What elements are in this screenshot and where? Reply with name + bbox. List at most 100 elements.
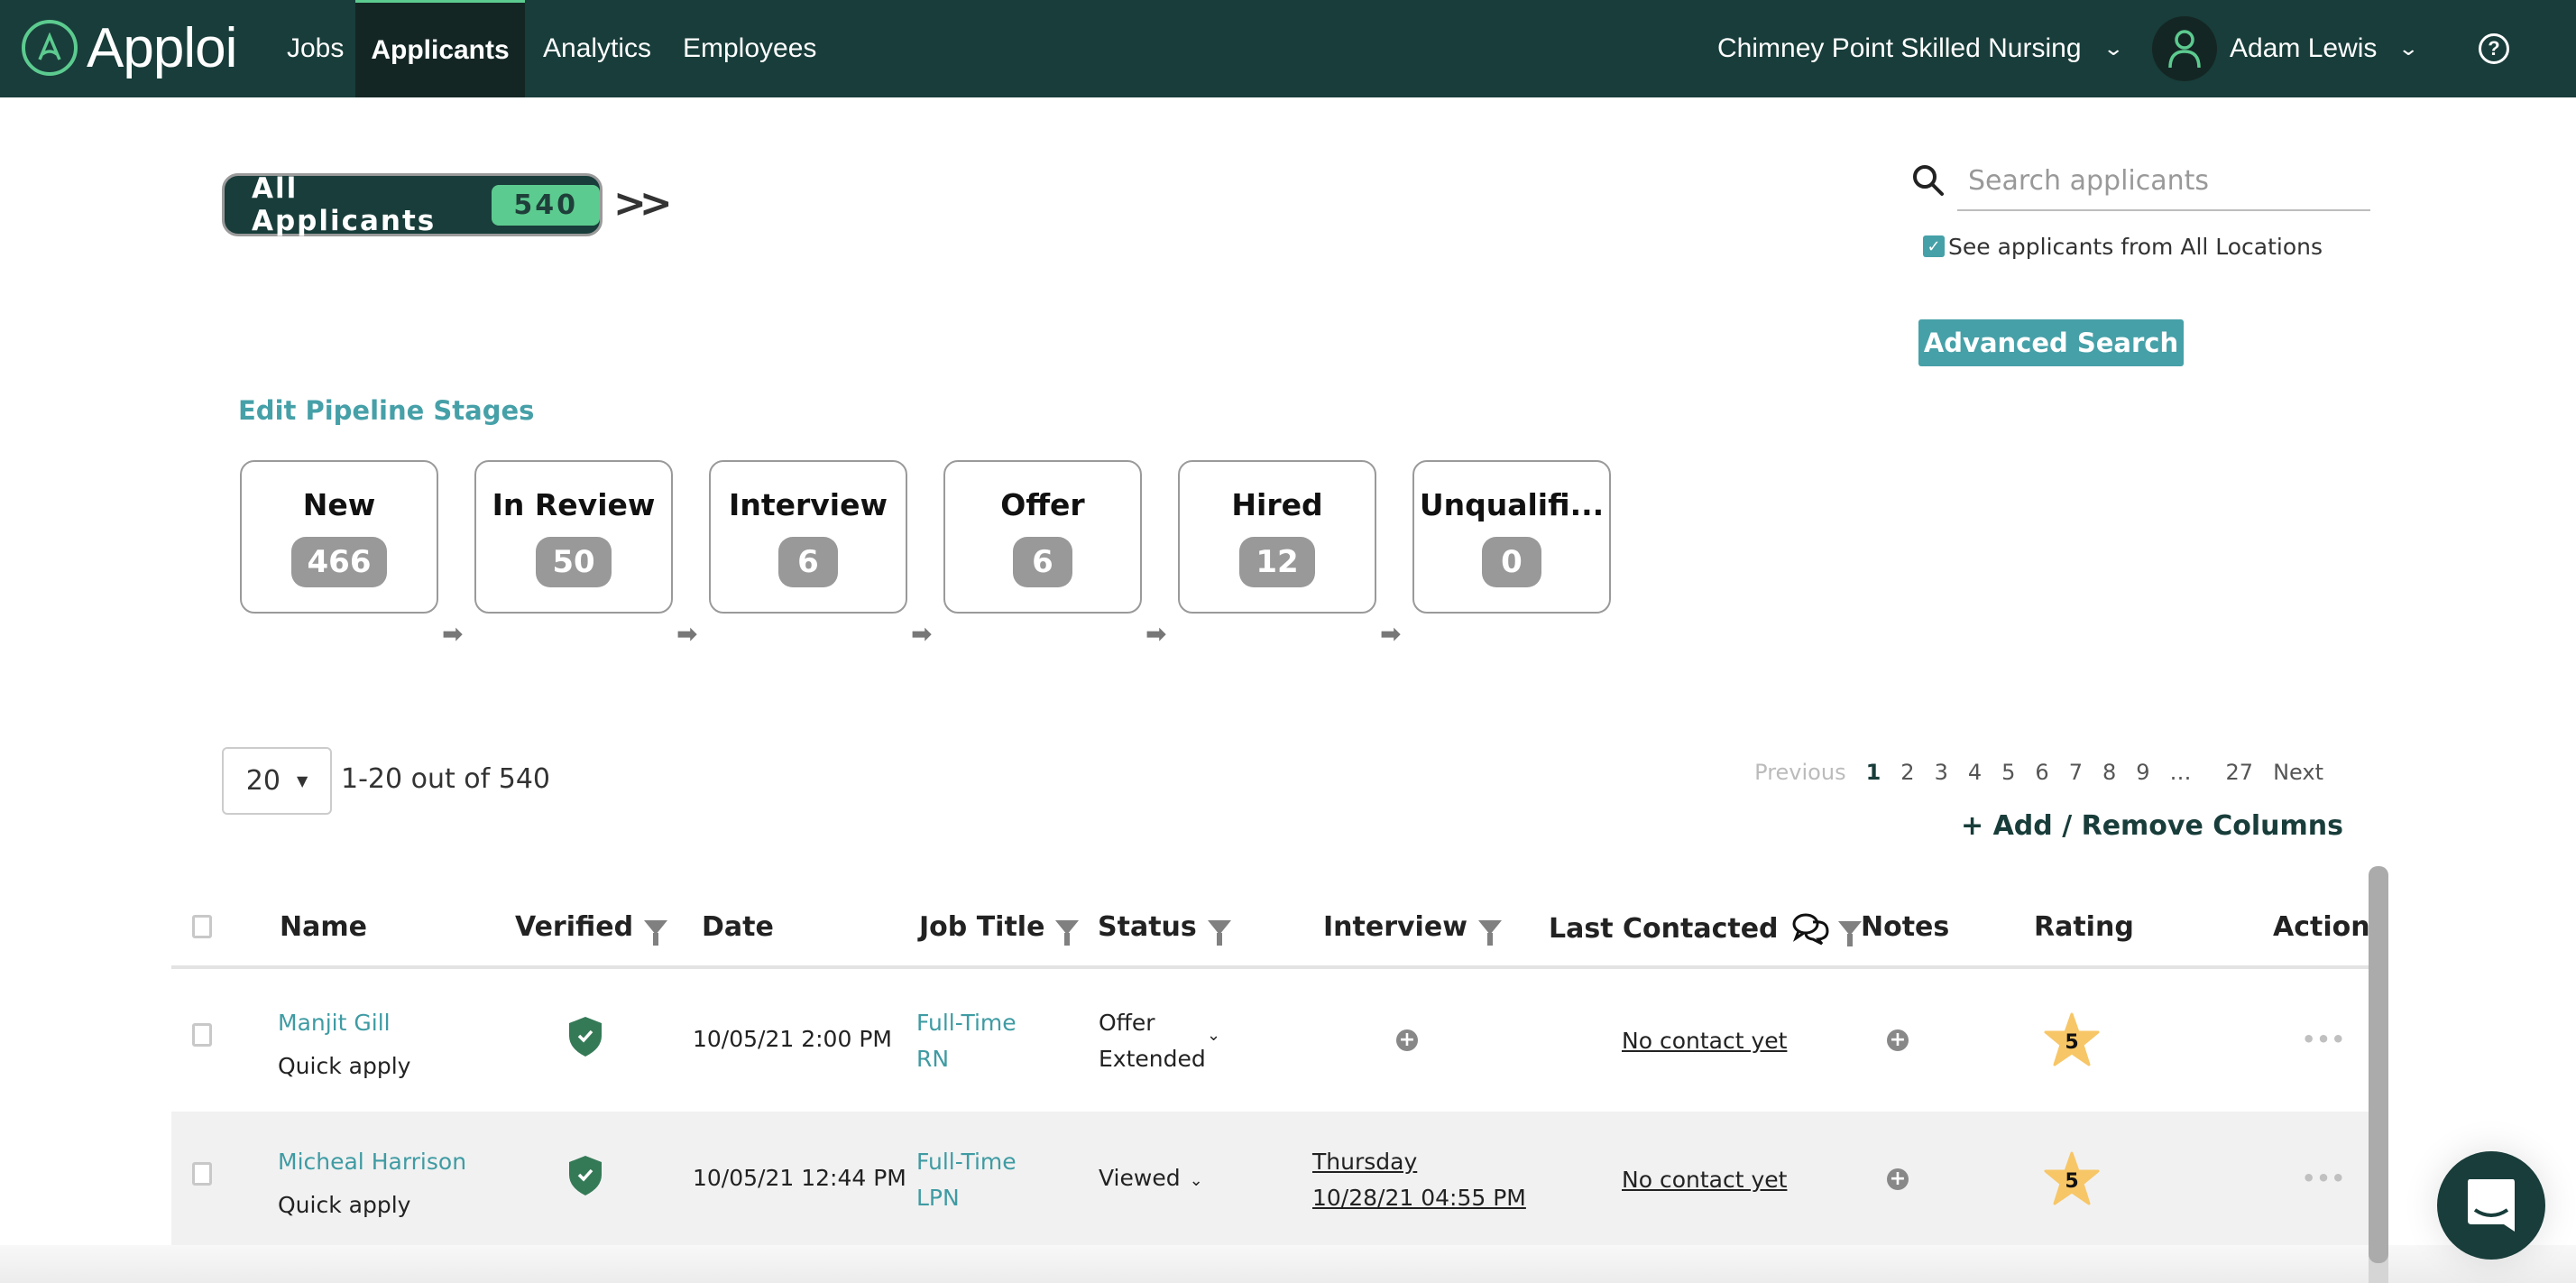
column-status[interactable]: Status bbox=[1098, 911, 1231, 946]
status-dropdown[interactable]: Viewed ⌄ bbox=[1099, 1160, 1203, 1199]
chat-launcher-button[interactable] bbox=[2437, 1151, 2545, 1260]
help-circle-icon: ? bbox=[2479, 33, 2509, 64]
next-page-button[interactable]: Next bbox=[2273, 760, 2323, 785]
page-1[interactable]: 1 bbox=[1866, 760, 1881, 785]
page-8[interactable]: 8 bbox=[2102, 760, 2116, 785]
verified-shield-icon bbox=[569, 1017, 602, 1057]
stage-interview[interactable]: Interview 6 bbox=[709, 460, 907, 614]
rating-value: 5 bbox=[2065, 1031, 2078, 1054]
select-all-checkbox[interactable] bbox=[192, 915, 212, 938]
status-dropdown[interactable]: Offer Extended ⌄ bbox=[1099, 1005, 1220, 1077]
job-title-link[interactable]: Full-Time RN bbox=[916, 1005, 1017, 1077]
arrow-right-icon: ➡ bbox=[442, 619, 464, 649]
applicant-source: Quick apply bbox=[278, 1053, 411, 1079]
rating-star-icon[interactable]: 5 bbox=[2044, 1151, 2100, 1205]
table-row[interactable]: Manjit Gill Quick apply 10/05/21 2:00 PM… bbox=[171, 973, 2369, 1112]
filter-label: All Applicants bbox=[252, 172, 437, 237]
page-3[interactable]: 3 bbox=[1935, 760, 1948, 785]
stage-offer[interactable]: Offer 6 bbox=[943, 460, 1142, 614]
stage-count: 6 bbox=[778, 537, 838, 587]
page-2[interactable]: 2 bbox=[1900, 760, 1914, 785]
all-locations-checkbox[interactable]: ✓ bbox=[1923, 235, 1945, 257]
more-actions-icon[interactable]: ••• bbox=[2302, 1166, 2346, 1191]
stage-count: 6 bbox=[1013, 537, 1072, 587]
page-27[interactable]: 27 bbox=[2226, 760, 2254, 785]
stage-name: Offer bbox=[1000, 487, 1085, 522]
stage-name: Unqualifi... bbox=[1419, 487, 1605, 522]
page-9[interactable]: 9 bbox=[2136, 760, 2149, 785]
stage-name: Interview bbox=[729, 487, 888, 522]
column-name[interactable]: Name bbox=[280, 911, 367, 943]
page-size-select[interactable]: 20 ▼ bbox=[222, 747, 332, 815]
column-interview[interactable]: Interview bbox=[1323, 911, 1502, 946]
rating-value: 5 bbox=[2065, 1170, 2078, 1193]
page-6[interactable]: 6 bbox=[2035, 760, 2048, 785]
filter-icon[interactable] bbox=[644, 919, 668, 946]
row-checkbox[interactable] bbox=[192, 1023, 212, 1047]
row-checkbox[interactable] bbox=[192, 1162, 212, 1186]
add-note-icon[interactable]: + bbox=[1887, 1029, 1909, 1051]
user-name: Adam Lewis bbox=[2230, 33, 2378, 63]
nav-employees[interactable]: Employees bbox=[665, 0, 834, 97]
stage-new[interactable]: New 466 bbox=[240, 460, 438, 614]
applicant-name-link[interactable]: Manjit Gill bbox=[278, 1005, 391, 1041]
last-contacted-link[interactable]: No contact yet bbox=[1622, 1162, 1787, 1198]
double-chevron-right-icon[interactable]: >> bbox=[613, 180, 673, 226]
stage-in-review[interactable]: In Review 50 bbox=[474, 460, 673, 614]
stage-count: 466 bbox=[290, 537, 388, 587]
table-row[interactable]: Micheal Harrison Quick apply 10/05/21 12… bbox=[171, 1112, 2369, 1251]
filter-icon[interactable] bbox=[1477, 919, 1502, 946]
chevron-down-icon: ⌄ bbox=[2397, 37, 2420, 60]
last-contacted-link[interactable]: No contact yet bbox=[1622, 1023, 1787, 1059]
user-menu[interactable]: Adam Lewis ⌄ bbox=[2152, 0, 2420, 97]
column-rating[interactable]: Rating bbox=[2034, 911, 2134, 943]
caret-down-icon: ▼ bbox=[296, 772, 308, 789]
filter-icon[interactable] bbox=[1055, 919, 1080, 946]
search-icon bbox=[1913, 165, 1944, 196]
nav-jobs[interactable]: Jobs bbox=[269, 0, 362, 97]
arrow-right-icon: ➡ bbox=[676, 619, 698, 649]
nav-analytics[interactable]: Analytics bbox=[525, 0, 669, 97]
column-verified[interactable]: Verified bbox=[515, 911, 668, 946]
edit-pipeline-stages-link[interactable]: Edit Pipeline Stages bbox=[238, 395, 534, 426]
page-7[interactable]: 7 bbox=[2069, 760, 2083, 785]
column-date[interactable]: Date bbox=[702, 911, 774, 943]
stage-count: 0 bbox=[1482, 537, 1541, 587]
applicant-name-link[interactable]: Micheal Harrison bbox=[278, 1144, 466, 1180]
all-applicants-filter[interactable]: All Applicants 540 bbox=[222, 172, 603, 237]
stage-name: Hired bbox=[1231, 487, 1323, 522]
add-note-icon[interactable]: + bbox=[1887, 1168, 1909, 1190]
interview-datetime-link[interactable]: Thursday 10/28/21 04:55 PM bbox=[1312, 1144, 1526, 1216]
previous-page-button[interactable]: Previous bbox=[1754, 760, 1845, 785]
filter-icon[interactable] bbox=[1207, 919, 1231, 946]
brand-name: Apploi bbox=[87, 16, 237, 79]
table-scrollbar[interactable] bbox=[2369, 866, 2388, 1263]
stage-unqualified[interactable]: Unqualifi... 0 bbox=[1412, 460, 1611, 614]
more-actions-icon[interactable]: ••• bbox=[2302, 1027, 2346, 1052]
arrow-right-icon: ➡ bbox=[1380, 619, 1402, 649]
column-notes: Notes bbox=[1861, 911, 1950, 943]
nav-applicants[interactable]: Applicants bbox=[355, 0, 525, 97]
advanced-search-button[interactable]: Advanced Search bbox=[1918, 319, 2184, 366]
page-5[interactable]: 5 bbox=[2001, 760, 2015, 785]
rating-star-icon[interactable]: 5 bbox=[2044, 1012, 2100, 1066]
location-selector[interactable]: Chimney Point Skilled Nursing ⌄ bbox=[1717, 0, 2124, 97]
column-job-title[interactable]: Job Title bbox=[919, 911, 1080, 946]
add-interview-icon[interactable]: + bbox=[1396, 1029, 1418, 1051]
search-input[interactable] bbox=[1957, 152, 2370, 211]
job-title-link[interactable]: Full-Time LPN bbox=[916, 1144, 1017, 1216]
pagination: Previous 1 2 3 4 5 6 7 8 9 … 27 Next bbox=[1754, 760, 2323, 785]
column-last-contacted[interactable]: Last Contacted bbox=[1549, 911, 1862, 946]
filter-count-badge: 540 bbox=[492, 184, 600, 226]
top-nav: Apploi Jobs Applicants Analytics Employe… bbox=[0, 0, 2576, 97]
apploi-logo[interactable]: Apploi bbox=[22, 16, 237, 79]
chat-bubbles-icon bbox=[1792, 913, 1829, 946]
stage-hired[interactable]: Hired 12 bbox=[1178, 460, 1376, 614]
help-button[interactable]: ? bbox=[2479, 0, 2509, 97]
add-remove-columns-link[interactable]: + Add / Remove Columns bbox=[1961, 810, 2343, 842]
applicant-source: Quick apply bbox=[278, 1192, 411, 1218]
results-range: 1-20 out of 540 bbox=[341, 763, 551, 795]
page-4[interactable]: 4 bbox=[1968, 760, 1982, 785]
filter-icon[interactable] bbox=[1837, 921, 1862, 946]
avatar bbox=[2152, 16, 2217, 81]
